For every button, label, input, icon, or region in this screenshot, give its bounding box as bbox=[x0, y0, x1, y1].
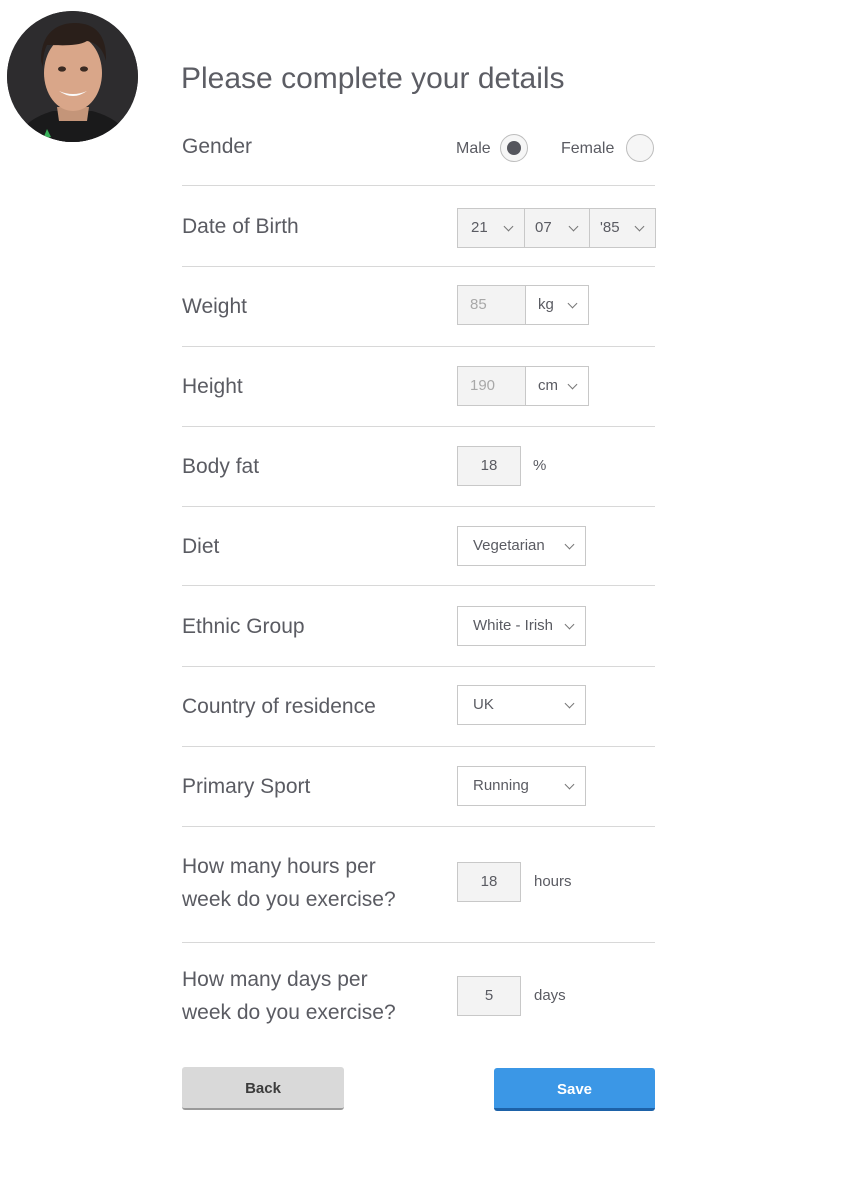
height-label: Height bbox=[182, 375, 243, 398]
dob-month-value: 07 bbox=[535, 219, 552, 236]
primary-sport-row: Primary Sport Running bbox=[182, 747, 655, 827]
country-row: Country of residence UK bbox=[182, 667, 655, 747]
gender-label: Gender bbox=[182, 135, 253, 158]
chevron-down-icon bbox=[568, 221, 579, 232]
user-photo-icon bbox=[7, 11, 138, 142]
body-fat-row: Body fat 18 % bbox=[182, 427, 655, 507]
diet-row: Diet Vegetarian bbox=[182, 507, 655, 586]
days-row: How many days per week do you exercise? … bbox=[182, 943, 655, 1038]
height-unit-value: cm bbox=[538, 377, 558, 394]
primary-sport-value: Running bbox=[473, 777, 529, 794]
hours-row: How many hours per week do you exercise?… bbox=[182, 827, 655, 943]
back-button[interactable]: Back bbox=[182, 1067, 344, 1110]
hours-unit: hours bbox=[534, 873, 572, 890]
weight-unit-select[interactable]: kg bbox=[525, 285, 589, 325]
body-fat-label: Body fat bbox=[182, 455, 260, 478]
hours-label-line2: week do you exercise? bbox=[182, 888, 396, 911]
country-value: UK bbox=[473, 696, 494, 713]
chevron-down-icon bbox=[503, 221, 514, 232]
save-button[interactable]: Save bbox=[494, 1068, 655, 1111]
height-input[interactable]: 190 bbox=[457, 366, 526, 406]
diet-select[interactable]: Vegetarian bbox=[457, 526, 586, 566]
page-title: Please complete your details bbox=[181, 62, 565, 95]
avatar bbox=[7, 11, 138, 142]
country-label: Country of residence bbox=[182, 695, 376, 718]
gender-female-radio[interactable] bbox=[626, 134, 654, 162]
days-label-line2: week do you exercise? bbox=[182, 1001, 396, 1024]
weight-row: Weight 85 kg bbox=[182, 267, 655, 347]
country-select[interactable]: UK bbox=[457, 685, 586, 725]
diet-label: Diet bbox=[182, 535, 220, 558]
days-unit: days bbox=[534, 987, 566, 1004]
dob-day-value: 21 bbox=[471, 219, 488, 236]
dob-month-select[interactable]: 07 bbox=[524, 208, 590, 248]
dob-row: Date of Birth 21 07 '85 bbox=[182, 186, 656, 267]
dob-year-value: '85 bbox=[600, 219, 620, 236]
gender-female-label: Female bbox=[561, 140, 615, 157]
dob-label: Date of Birth bbox=[182, 215, 299, 238]
hours-input[interactable]: 18 bbox=[457, 862, 521, 902]
dob-year-select[interactable]: '85 bbox=[589, 208, 656, 248]
gender-male-label: Male bbox=[456, 140, 491, 157]
chevron-down-icon bbox=[567, 298, 578, 309]
chevron-down-icon bbox=[564, 698, 575, 709]
ethnic-group-label: Ethnic Group bbox=[182, 615, 305, 638]
chevron-down-icon bbox=[564, 779, 575, 790]
ethnic-group-row: Ethnic Group White - Irish bbox=[182, 586, 655, 667]
diet-value: Vegetarian bbox=[473, 537, 545, 554]
dob-day-select[interactable]: 21 bbox=[457, 208, 525, 248]
gender-male-radio[interactable] bbox=[500, 134, 528, 162]
weight-unit-value: kg bbox=[538, 296, 554, 313]
chevron-down-icon bbox=[567, 379, 578, 390]
height-unit-select[interactable]: cm bbox=[525, 366, 589, 406]
primary-sport-label: Primary Sport bbox=[182, 775, 311, 798]
weight-input[interactable]: 85 bbox=[457, 285, 526, 325]
height-row: Height 190 cm bbox=[182, 347, 655, 427]
days-input[interactable]: 5 bbox=[457, 976, 521, 1016]
body-fat-input[interactable]: 18 bbox=[457, 446, 521, 486]
ethnic-group-select[interactable]: White - Irish bbox=[457, 606, 586, 646]
gender-row: Gender Male Female bbox=[182, 126, 655, 186]
ethnic-group-value: White - Irish bbox=[473, 617, 554, 634]
chevron-down-icon bbox=[564, 539, 575, 550]
days-label-line1: How many days per bbox=[182, 968, 368, 991]
weight-label: Weight bbox=[182, 295, 247, 318]
chevron-down-icon bbox=[634, 221, 645, 232]
chevron-down-icon bbox=[564, 619, 575, 630]
body-fat-unit: % bbox=[533, 457, 547, 474]
hours-label-line1: How many hours per bbox=[182, 855, 376, 878]
primary-sport-select[interactable]: Running bbox=[457, 766, 586, 806]
